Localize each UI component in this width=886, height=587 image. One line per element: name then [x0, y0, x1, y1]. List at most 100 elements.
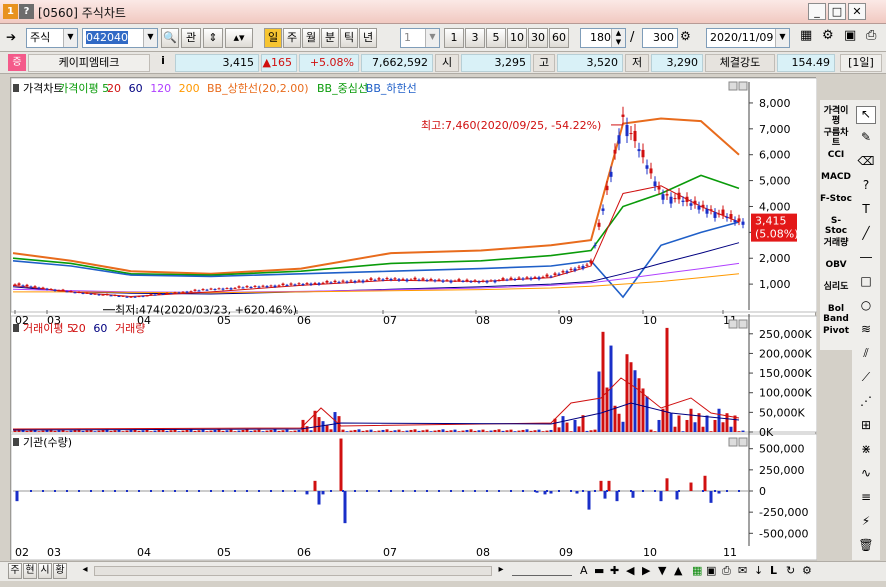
arrow-down-icon[interactable]: ↓ [754, 564, 763, 577]
play-icon[interactable]: ▶ [642, 564, 650, 577]
stock-code-input[interactable]: 042040 ▼ [82, 28, 158, 48]
settings-icon[interactable]: ⚙ [802, 564, 812, 577]
indicator-tool-9[interactable]: Bol Band [820, 304, 852, 324]
wave-icon[interactable]: ∿ [856, 466, 876, 484]
bottom-tab-2[interactable]: 시 [38, 563, 52, 579]
maximize-button[interactable]: □ [828, 3, 846, 20]
horizontal-line-icon[interactable]: ― [856, 250, 876, 268]
print-icon[interactable]: ⎙ [866, 28, 884, 48]
text-tool-icon[interactable]: T [856, 202, 876, 220]
indicator-tool-1[interactable]: 구름차트 [820, 128, 852, 148]
line-tool-icon[interactable]: ╱ [856, 226, 876, 244]
candle-body [645, 165, 649, 169]
chart-area[interactable]: 1,0002,0003,0004,0005,0006,0007,0008,000… [10, 77, 818, 561]
scroll-right-button[interactable]: ▸ [494, 564, 508, 578]
save-chart-icon[interactable]: ▣ [706, 564, 716, 577]
bottom-tab-3[interactable]: 황 [53, 563, 67, 579]
eraser-icon[interactable]: ⌫ [856, 154, 876, 172]
volume-bar [457, 431, 461, 432]
volume-bar [149, 431, 153, 432]
text-button[interactable]: A [580, 564, 588, 577]
candle-body [201, 289, 205, 291]
volume-bar [321, 421, 325, 432]
gwan-button[interactable]: 관 [181, 28, 201, 48]
swap-icon[interactable]: ⇕ [203, 28, 223, 48]
scrollbar-track[interactable] [94, 566, 492, 576]
volume-bar [605, 387, 609, 432]
period-tab-1[interactable]: 주 [283, 28, 301, 48]
interval-button-10[interactable]: 10 [507, 28, 527, 48]
cursor-icon[interactable]: ↖ [856, 106, 876, 124]
chart-layout-icon[interactable]: ▦ [800, 28, 820, 48]
zoom-in-icon[interactable]: ✚ [610, 564, 619, 577]
auto-icon[interactable]: ⚡ [856, 514, 876, 532]
zoom-out-icon[interactable]: ▬ [594, 564, 604, 577]
fibonacci-icon[interactable]: ≋ [856, 322, 876, 340]
circle-icon[interactable]: ○ [856, 298, 876, 316]
minimize-button[interactable]: _ [808, 3, 826, 20]
channel-icon[interactable]: ⫽ [856, 346, 876, 364]
candle-body [313, 282, 317, 284]
indicator-tool-6[interactable]: 거래량 [820, 238, 852, 248]
search-icon[interactable]: 🔍 [161, 28, 179, 48]
high-label: 고 [533, 54, 555, 72]
indicator-tool-0[interactable]: 가격이평 [820, 106, 852, 126]
updown-icon[interactable]: ▴▾ [225, 28, 253, 48]
zoom-slider[interactable] [512, 566, 572, 576]
down-icon[interactable]: ▼ [658, 564, 666, 577]
screen-number-badge[interactable]: 1 [3, 4, 18, 19]
interval-button-3[interactable]: 3 [465, 28, 485, 48]
help-tool-icon[interactable]: ? [856, 178, 876, 196]
period-tab-3[interactable]: 분 [321, 28, 339, 48]
close-button[interactable]: ✕ [848, 3, 866, 20]
info-button[interactable]: i [154, 54, 172, 71]
grid-icon[interactable]: ⊞ [856, 418, 876, 436]
scroll-left-button[interactable]: ◂ [78, 564, 92, 578]
candle-body [637, 149, 641, 152]
interval-button-1[interactable]: 1 [444, 28, 464, 48]
interval-select[interactable]: 1 ▼ [400, 28, 440, 48]
help-icon[interactable]: ? [19, 4, 34, 19]
gann-icon[interactable]: ⟋ [856, 370, 876, 388]
indicator-tool-3[interactable]: MACD [820, 172, 852, 182]
bars-icon[interactable]: ≡ [856, 490, 876, 508]
pencil-icon[interactable]: ✎ [856, 130, 876, 148]
last-button[interactable]: L [770, 564, 777, 577]
trash-icon[interactable]: 🗑 [856, 538, 876, 556]
excel-icon[interactable]: ▦ [692, 564, 702, 577]
refresh-icon[interactable]: ↻ [786, 564, 795, 577]
menu-arrow-icon[interactable]: ➔ [6, 30, 24, 46]
prev-icon[interactable]: ◀ [626, 564, 634, 577]
market-type-select[interactable]: 주식 ▼ [26, 28, 78, 48]
rectangle-icon[interactable]: □ [856, 274, 876, 292]
fan-icon[interactable]: ⋰ [856, 394, 876, 412]
period-tab-0[interactable]: 일 [264, 28, 282, 48]
settings-small-icon[interactable]: ⚙ [680, 29, 698, 47]
capture-icon[interactable]: ✉ [738, 564, 747, 577]
total-input[interactable]: 300 [642, 28, 678, 48]
interval-button-30[interactable]: 30 [528, 28, 548, 48]
bottom-tab-0[interactable]: 주 [8, 563, 22, 579]
cross-icon[interactable]: ⋇ [856, 442, 876, 460]
interval-button-5[interactable]: 5 [486, 28, 506, 48]
date-input[interactable]: 2020/11/09 ▼ [706, 28, 790, 48]
chart-svg[interactable]: 1,0002,0003,0004,0005,0006,0007,0008,000… [10, 77, 818, 561]
indicator-tool-5[interactable]: S-Stoc [820, 216, 852, 236]
save-icon[interactable]: ▣ [844, 28, 864, 48]
indicator-tool-4[interactable]: F-Stoc [820, 194, 852, 204]
period-tab-2[interactable]: 월 [302, 28, 320, 48]
interval-button-60[interactable]: 60 [549, 28, 569, 48]
vol-tick-label: 250,000K [759, 328, 812, 341]
indicator-tool-8[interactable]: 심리도 [820, 282, 852, 292]
candle-body [709, 209, 713, 211]
indicator-tool-2[interactable]: CCI [820, 150, 852, 160]
gear-icon[interactable]: ⚙ [822, 28, 842, 48]
period-tab-5[interactable]: 년 [359, 28, 377, 48]
indicator-tool-7[interactable]: OBV [820, 260, 852, 270]
print-chart-icon[interactable]: ⎙ [722, 564, 731, 578]
up-icon[interactable]: ▲ [674, 564, 682, 577]
period-tab-4[interactable]: 틱 [340, 28, 358, 48]
indicator-tool-10[interactable]: Pivot [820, 326, 852, 336]
bottom-tab-1[interactable]: 현 [23, 563, 37, 579]
count-input[interactable]: 180 ▲ ▼ [580, 28, 626, 48]
